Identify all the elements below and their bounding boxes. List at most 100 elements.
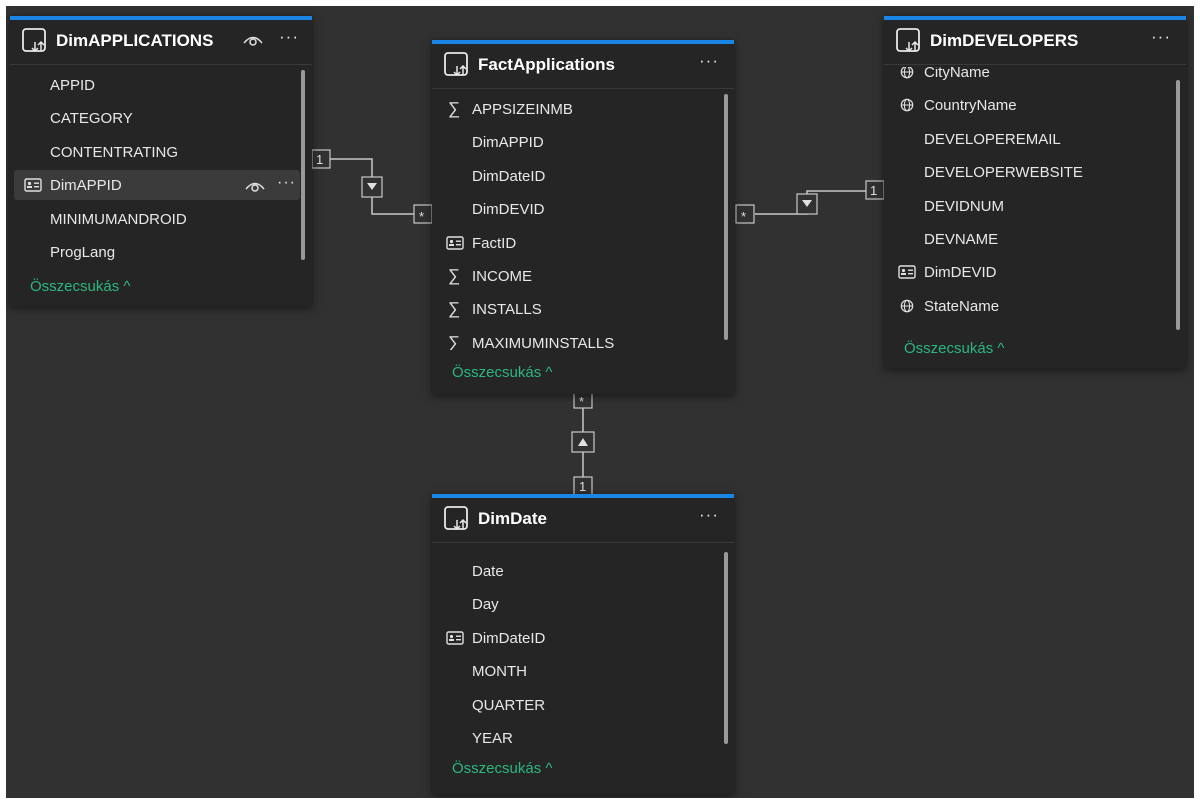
eye-icon[interactable] [244,178,266,194]
more-options-button[interactable]: ··· [276,28,302,50]
field-label: StateName [924,297,1000,315]
table-card-factapplications[interactable]: FactApplications ··· ∑ APPSIZEINMB DimAPPI… [432,40,734,394]
field-more-button[interactable]: ··· [277,174,296,192]
field-row[interactable]: CONTENTRATING [14,137,300,167]
globe-icon [900,299,914,313]
table-title: FactApplications [478,55,615,74]
field-row[interactable]: DimAPPID ··· [14,170,300,201]
field-row[interactable]: MONTH [436,656,722,686]
relationship-line-developers[interactable] [755,190,884,215]
table-icon [896,28,920,53]
table-header[interactable]: DimDate ··· [432,498,734,543]
eye-icon[interactable] [242,32,264,48]
globe-icon [900,99,914,112]
field-label: DEVELOPERWEBSITE [924,164,1083,182]
field-label: APPID [50,77,96,94]
field-label: CityName [924,67,990,81]
scrollbar[interactable] [1176,80,1180,330]
cardinality-many-label: * [741,209,746,224]
field-row[interactable]: Date [436,556,722,586]
table-title: DimDate [478,509,547,528]
scrollbar[interactable] [724,94,728,340]
field-row[interactable]: ProgLang [14,237,300,267]
field-list[interactable]: Date Day DimDateID MONTH QUARTER YEAR [432,556,734,756]
globe-icon [900,67,914,79]
cardinality-one-label: 1 [870,183,877,198]
id-card-icon [446,631,464,645]
field-label: DimDateID [472,629,546,647]
field-label: YEAR [472,730,513,747]
collapse-link[interactable]: Összecsukás ^ [452,364,552,381]
table-header[interactable]: DimAPPLICATIONS ··· [10,20,312,65]
cardinality-many-label: * [419,209,424,224]
field-row[interactable]: DimAPPID [436,127,722,157]
field-row[interactable]: YEAR [436,723,722,753]
field-label: DimAPPID [50,177,122,195]
table-icon [444,52,468,77]
field-label: DimDEVID [924,264,997,282]
field-row[interactable]: CityName [888,67,1174,87]
field-label: MAXIMUMINSTALLS [472,334,615,350]
field-row[interactable]: DEVIDNUM [888,191,1174,221]
field-row[interactable]: ∑ INSTALLS [436,294,722,324]
table-card-dimapplications[interactable]: DimAPPLICATIONS ··· APPID CATEGORY CONTENT… [10,16,312,306]
field-label: CATEGORY [50,110,133,128]
scrollbar[interactable] [724,552,728,744]
model-canvas[interactable]: 1 * * 1 * 1 DimAPPLICATIONS ··· APPID CAT… [6,6,1194,798]
field-row[interactable]: DEVELOPEREMAIL [888,124,1174,154]
sigma-icon: ∑ [448,266,461,285]
field-row[interactable]: MINIMUMANDROID [14,204,300,234]
field-row[interactable]: CountryName [888,90,1174,120]
table-header[interactable]: FactApplications ··· [432,44,734,89]
field-label: DEVELOPEREMAIL [924,130,1061,148]
field-label: QUARTER [472,696,546,714]
field-row[interactable]: DimDEVID [436,194,722,224]
more-options-button[interactable]: ··· [696,506,722,528]
table-header[interactable]: DimDEVELOPERS ··· [884,20,1186,65]
table-title: DimDEVELOPERS [930,31,1079,50]
table-title: DimAPPLICATIONS [56,31,214,50]
field-row[interactable]: DEVNAME [888,224,1174,254]
table-card-dimdevelopers[interactable]: DimDEVELOPERS ··· CityName CountryName DEV… [884,16,1186,368]
field-label: MINIMUMANDROID [50,210,187,228]
more-options-button[interactable]: ··· [1148,28,1174,50]
field-list[interactable]: APPID CATEGORY CONTENTRATING DimAPPID ··· MIN… [10,70,312,268]
collapse-link[interactable]: Összecsukás ^ [904,340,1004,357]
field-row[interactable]: DEVELOPERWEBSITE [888,157,1174,187]
field-row[interactable]: ∑ APPSIZEINMB [436,94,722,124]
cardinality-many-label: * [579,394,584,409]
collapse-link[interactable]: Összecsukás ^ [30,278,130,295]
field-label: INCOME [472,268,532,285]
field-label: DimDateID [472,167,546,185]
more-options-button[interactable]: ··· [696,52,722,74]
field-list[interactable]: ∑ APPSIZEINMB DimAPPID DimDateID DimDEVID Fac… [432,94,734,350]
table-icon [444,506,468,531]
field-label: CountryName [924,97,1017,115]
field-list[interactable]: CityName CountryName DEVELOPEREMAIL DEVELOP… [884,67,1186,331]
table-card-dimdate[interactable]: DimDate ··· Date Day DimDateID MONTH QUARTER… [432,494,734,794]
field-row[interactable]: APPID [14,70,300,100]
id-card-icon [898,265,916,280]
field-row[interactable]: CATEGORY [14,103,300,133]
scrollbar[interactable] [301,70,305,260]
field-label: Day [472,596,499,614]
field-row[interactable]: Day [436,589,722,619]
field-row[interactable]: DimDateID [436,161,722,191]
sigma-icon: ∑ [448,332,461,350]
field-row[interactable]: StateName [888,291,1174,321]
field-label: INSTALLS [472,301,542,319]
collapse-link[interactable]: Összecsukás ^ [452,760,552,777]
field-label: Date [472,563,504,580]
field-row[interactable]: DimDateID [436,623,722,653]
field-row[interactable]: QUARTER [436,690,722,720]
field-row[interactable]: FactID [436,228,722,258]
field-row[interactable]: ∑ INCOME [436,261,722,291]
table-icon [22,28,46,53]
field-label: CONTENTRATING [50,143,179,161]
field-row[interactable]: DimDEVID [888,257,1174,287]
sigma-icon: ∑ [448,299,461,319]
sigma-icon: ∑ [448,99,461,118]
cardinality-one-label: 1 [579,479,586,494]
field-label: DEVIDNUM [924,197,1005,215]
field-row[interactable]: ∑ MAXIMUMINSTALLS [436,328,722,350]
